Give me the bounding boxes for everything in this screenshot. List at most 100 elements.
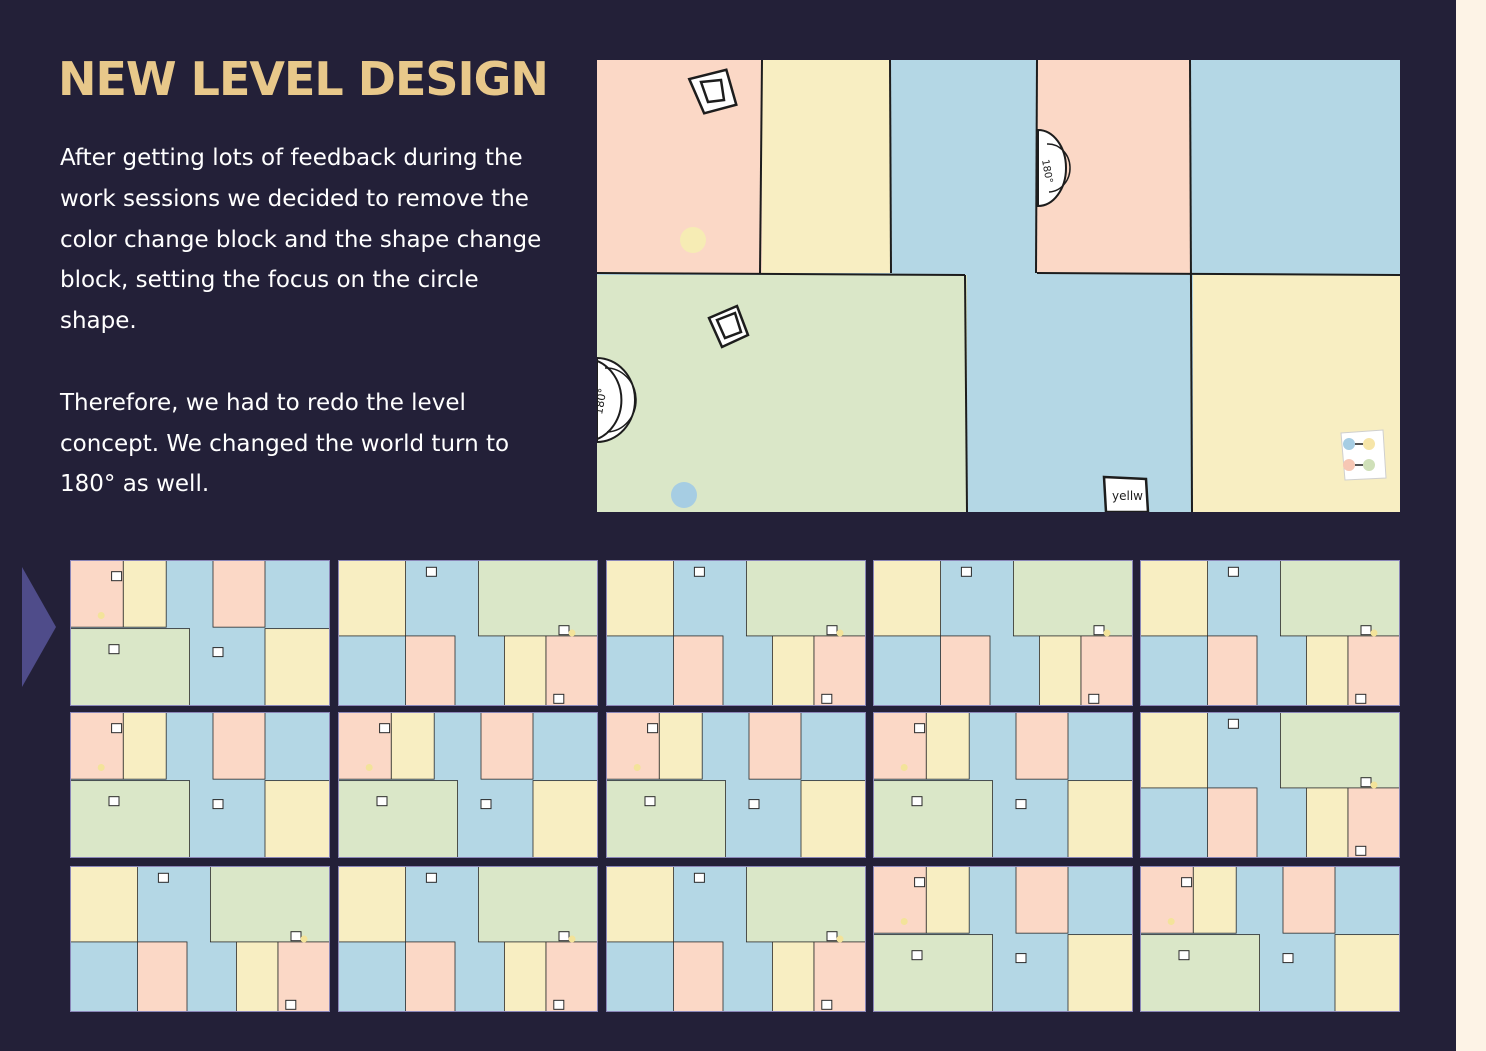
frame-region [873, 934, 993, 1012]
block-icon [425, 566, 437, 577]
storyboard-frame [1140, 866, 1400, 1012]
block-icon [558, 931, 570, 942]
frame-region [745, 560, 866, 637]
block-icon [1093, 625, 1105, 636]
frame-region [1279, 712, 1400, 789]
block-icon [826, 931, 838, 942]
frame-region [873, 780, 993, 858]
storyboard-frame [606, 712, 866, 858]
description-paragraph-2: Therefore, we had to redo the level conc… [60, 389, 510, 498]
frame-region [940, 635, 991, 706]
frame-region [477, 866, 598, 943]
frame-region [1038, 635, 1082, 706]
frame-region [1334, 934, 1400, 1012]
storyboard-frame [338, 866, 598, 1012]
frame-region [122, 560, 167, 628]
block-icon [821, 999, 833, 1010]
frame-region [405, 635, 456, 706]
circle-token [365, 763, 373, 771]
block-icon [693, 872, 705, 883]
block-icon [111, 723, 123, 734]
frame-region [1192, 866, 1237, 934]
storyboard-frame [70, 560, 330, 706]
circle-token [836, 629, 844, 637]
frame-region [235, 941, 279, 1012]
block-icon [290, 931, 302, 942]
block-icon [1355, 845, 1367, 856]
block-icon [748, 799, 760, 810]
circle-token [1370, 629, 1378, 637]
circle-token [97, 763, 105, 771]
storyboard-frame [338, 712, 598, 858]
frame-region [1140, 560, 1208, 637]
circle-token [1103, 629, 1111, 637]
storyboard-frame [873, 866, 1133, 1012]
frame-region [925, 866, 970, 934]
frame-region [209, 866, 330, 943]
frame-region [122, 712, 167, 780]
circle-token [633, 763, 641, 771]
block-icon [108, 644, 120, 655]
frame-region [264, 780, 330, 858]
block-icon [960, 566, 972, 577]
block-icon [1088, 693, 1100, 704]
block-icon [1181, 877, 1193, 888]
frame-region [1067, 780, 1133, 858]
block-icon [1015, 799, 1027, 810]
circle-token [97, 611, 105, 619]
block-icon [826, 625, 838, 636]
description-text: After getting lots of feedback during th… [60, 138, 550, 546]
block-icon [376, 796, 388, 807]
frame-region [1015, 712, 1069, 780]
frame-region [748, 712, 802, 780]
block-icon [1360, 625, 1372, 636]
block-icon [425, 872, 437, 883]
frame-region [1207, 787, 1258, 858]
frame-region [1067, 934, 1133, 1012]
map-region-pink-1 [597, 60, 762, 273]
frame-region [338, 712, 392, 780]
block-icon [157, 872, 169, 883]
block-icon [914, 877, 926, 888]
block-icon [285, 999, 297, 1010]
play-indicator-arrow [22, 567, 56, 687]
frame-region [658, 712, 703, 780]
circle-token [900, 917, 908, 925]
block-icon [1360, 777, 1372, 788]
block-icon [647, 723, 659, 734]
level-map-sketch: 180° 180° yellw [597, 60, 1400, 512]
map-region-green [597, 275, 967, 512]
frame-region [70, 866, 138, 943]
frame-region [1140, 866, 1194, 934]
storyboard-frame [70, 712, 330, 858]
circle-token [900, 763, 908, 771]
frame-region [212, 712, 266, 780]
block-icon [693, 566, 705, 577]
circle-token-blue [671, 482, 697, 508]
frame-region [503, 635, 547, 706]
circle-token [1370, 781, 1378, 789]
block-icon [558, 625, 570, 636]
frame-region [1282, 866, 1336, 934]
circle-token [836, 935, 844, 943]
block-icon [1282, 953, 1294, 964]
frame-region [1207, 635, 1258, 706]
frame-region [800, 780, 866, 858]
frame-region [873, 560, 941, 637]
block-icon [212, 799, 224, 810]
frame-region [1015, 866, 1069, 934]
frame-region [70, 712, 124, 780]
circle-token [1167, 917, 1175, 925]
block-icon [111, 571, 123, 582]
block-icon [911, 950, 923, 961]
frame-region [873, 866, 927, 934]
frame-region [503, 941, 547, 1012]
frame-region [338, 780, 458, 858]
frame-region [606, 712, 660, 780]
frame-region [1140, 712, 1208, 789]
block-icon [911, 796, 923, 807]
circle-token [568, 935, 576, 943]
storyboard-frame [873, 712, 1133, 858]
frame-region [70, 560, 124, 628]
sign-label: yellw [1112, 489, 1143, 503]
